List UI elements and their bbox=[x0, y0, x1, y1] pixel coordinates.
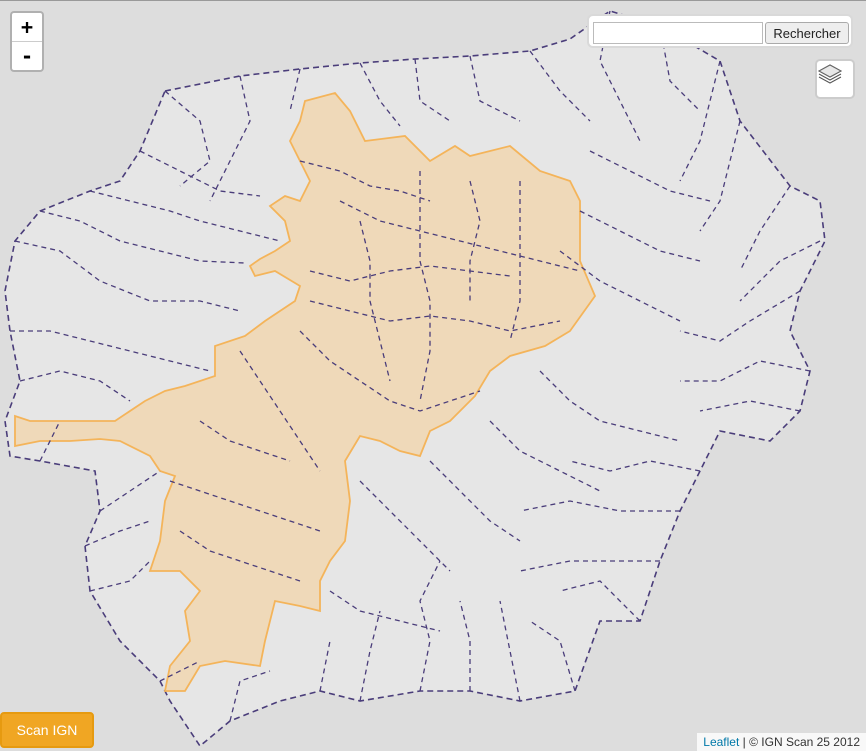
search-control: Rechercher bbox=[587, 14, 853, 48]
layers-icon bbox=[817, 64, 843, 84]
zoom-in-button[interactable]: + bbox=[12, 13, 42, 41]
leaflet-link[interactable]: Leaflet bbox=[703, 735, 739, 749]
attribution-separator: | bbox=[739, 735, 750, 749]
attribution: Leaflet | © IGN Scan 25 2012 bbox=[697, 733, 866, 751]
map-viewport[interactable]: + - Rechercher Scan IGN Leaflet | © IGN … bbox=[0, 0, 866, 751]
layers-control-button[interactable] bbox=[815, 59, 855, 99]
attribution-text: © IGN Scan 25 2012 bbox=[749, 735, 860, 749]
commune-boundaries-layer bbox=[4, 10, 826, 748]
zoom-control: + - bbox=[10, 11, 44, 72]
zoom-out-button[interactable]: - bbox=[12, 41, 42, 70]
search-button[interactable]: Rechercher bbox=[765, 22, 849, 44]
search-input[interactable] bbox=[593, 22, 763, 44]
scan-ign-button[interactable]: Scan IGN bbox=[0, 712, 94, 748]
